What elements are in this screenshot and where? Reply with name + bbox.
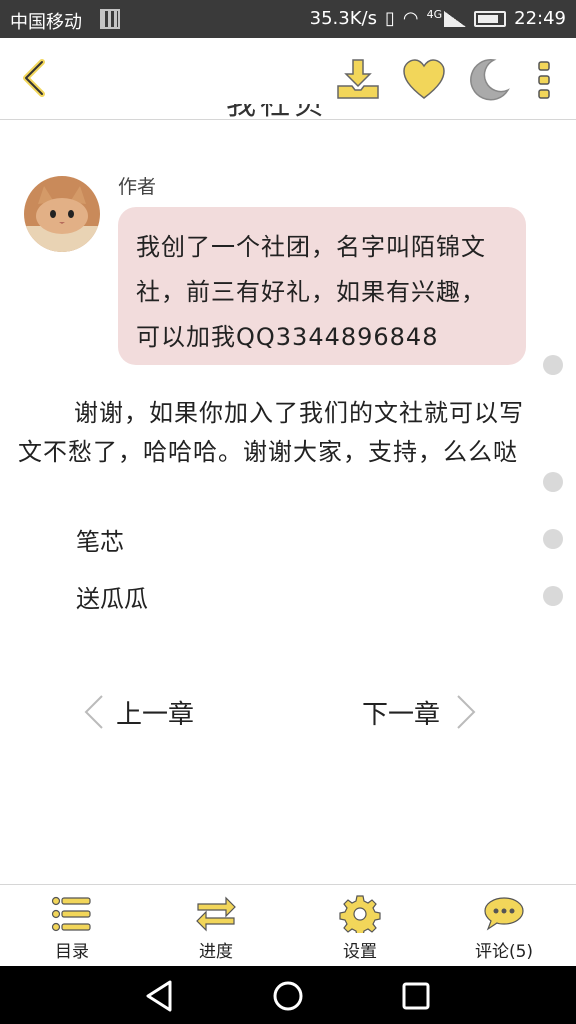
system-home-icon[interactable]: [270, 978, 306, 1014]
download-icon[interactable]: [334, 56, 382, 104]
qr-code-icon: [100, 9, 120, 29]
gear-icon: [339, 895, 381, 933]
paragraph-comment-dot[interactable]: [543, 529, 563, 549]
tab-catalog[interactable]: 目录: [0, 885, 144, 966]
list-icon: [51, 896, 91, 932]
system-recents-icon[interactable]: [398, 978, 434, 1014]
chevron-right-icon: [457, 695, 476, 729]
swap-arrows-icon: [196, 896, 236, 932]
bottom-tab-bar: 目录 进度 设置 评论(5): [0, 884, 576, 966]
battery-icon: [474, 10, 507, 27]
paragraph-comment-dot[interactable]: [543, 355, 563, 375]
vibrate-icon: ▯: [384, 8, 395, 29]
favorite-heart-icon[interactable]: [400, 56, 448, 104]
signal-icon: [444, 10, 467, 27]
system-nav-bar: [0, 966, 576, 1024]
night-mode-moon-icon[interactable]: [464, 56, 512, 104]
avatar[interactable]: [24, 176, 100, 252]
network-type: 4G: [426, 8, 443, 21]
next-chapter-label: 下一章: [362, 699, 441, 730]
network-speed: 35.3K/s: [309, 8, 377, 29]
chat-bubble-icon: [484, 897, 524, 931]
tab-catalog-label: 目录: [55, 942, 89, 962]
carrier-label: 中国移动: [10, 12, 82, 33]
tab-comments[interactable]: 评论(5): [432, 885, 576, 966]
status-icons: 35.3K/s ▯ ◠ 4G 22:49: [310, 8, 566, 29]
comment-bubble: 我创了一个社团，名字叫陌锦文社，前三有好礼，如果有兴趣，可以加我QQ334489…: [118, 207, 526, 365]
prev-chapter-button[interactable]: 上一章: [82, 690, 194, 734]
tab-settings[interactable]: 设置: [288, 885, 432, 966]
tab-progress-label: 进度: [199, 942, 233, 962]
wifi-icon: ◠: [402, 8, 419, 29]
comment-author: 作者: [118, 176, 157, 198]
back-chevron-icon[interactable]: [14, 56, 58, 100]
more-options-icon[interactable]: [530, 56, 558, 104]
paragraph-comment-dot[interactable]: [543, 472, 563, 492]
prev-chapter-label: 上一章: [116, 699, 195, 730]
paragraph-comment-dot[interactable]: [543, 586, 563, 606]
chapter-paragraph: 谢谢，如果你加入了我们的文社就可以写文不愁了，哈哈哈。谢谢大家，支持，么么哒: [18, 399, 524, 466]
next-chapter-button[interactable]: 下一章: [362, 690, 478, 734]
tab-progress[interactable]: 进度: [144, 885, 288, 966]
chapter-line: 笔芯: [76, 528, 124, 556]
cat-avatar-image: [24, 176, 100, 252]
chapter-title-partial: 我社贝: [226, 104, 328, 120]
tab-settings-label: 设置: [343, 942, 377, 962]
system-back-icon[interactable]: [142, 978, 178, 1014]
chapter-line: 送瓜瓜: [76, 585, 148, 613]
chevron-left-icon: [84, 695, 103, 729]
tab-comments-label: 评论(5): [474, 942, 534, 962]
status-bar: 中国移动 35.3K/s ▯ ◠ 4G 22:49: [0, 0, 576, 38]
clock: 22:49: [514, 8, 566, 29]
